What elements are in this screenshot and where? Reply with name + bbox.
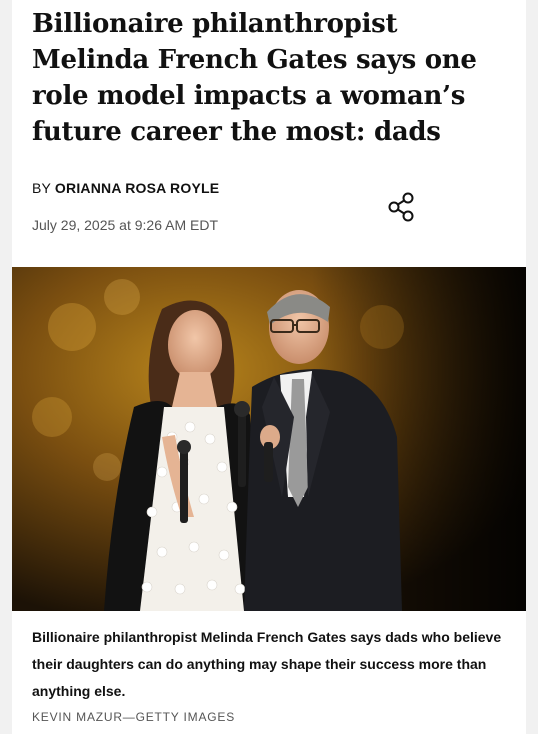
share-button[interactable] [385,190,417,224]
publish-date: July 29, 2025 at 9:26 AM EDT [32,217,218,233]
article-photo [12,267,526,611]
byline: BY ORIANNA ROSA ROYLE [32,180,219,196]
share-icon [388,192,414,222]
article-headline: Billionaire philanthropist Melinda Frenc… [32,9,477,147]
photo-caption: Billionaire philanthropist Melinda Frenc… [32,629,502,699]
article-page: Billionaire philanthropist Melinda Frenc… [12,0,526,734]
byline-prefix: BY [32,180,51,196]
author-link[interactable]: ORIANNA ROSA ROYLE [55,180,219,196]
photo-illustration [12,267,526,611]
photo-credit: KEVIN MAZUR—GETTY IMAGES [32,710,236,724]
